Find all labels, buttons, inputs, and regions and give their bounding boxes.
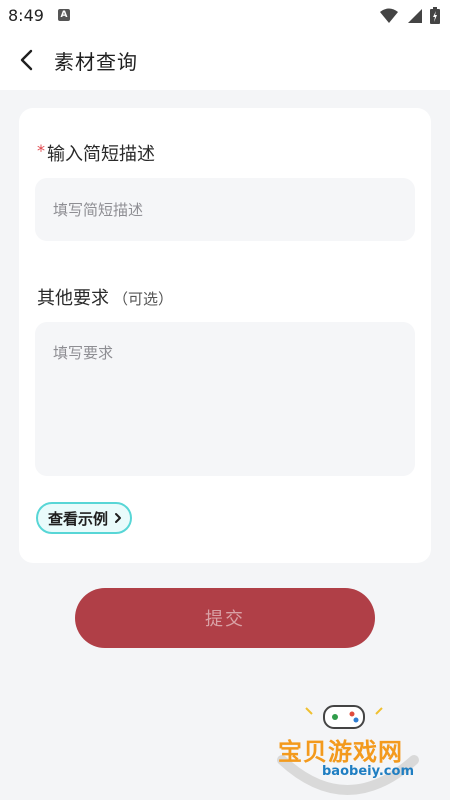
view-example-button[interactable]: 查看示例 (36, 502, 133, 534)
signal-icon (408, 8, 422, 23)
wifi-icon (380, 8, 398, 23)
status-icons (380, 7, 440, 24)
view-example-label: 查看示例 (48, 509, 109, 528)
back-button[interactable] (14, 46, 42, 74)
back-arrow-icon (20, 49, 33, 71)
chevron-right-icon (115, 513, 122, 523)
page-title: 素材查询 (54, 50, 138, 74)
description-label-row: * 输入简短描述 (37, 140, 155, 166)
status-time: 8:49 (8, 6, 44, 25)
app-bar: 素材查询 (0, 32, 450, 90)
other-label-row: 其他要求 （可选） (37, 284, 173, 310)
submit-label: 提交 (205, 609, 245, 629)
watermark-url: baobeiy.com (322, 764, 414, 779)
notification-app-icon: A (58, 9, 70, 21)
optional-note: （可选） (113, 290, 174, 308)
status-bar: 8:49 A (0, 0, 450, 32)
other-requirements-label: 其他要求 (37, 288, 109, 309)
form-card: *输入简短描述 其他要求（可选） 查看示例 (19, 108, 431, 563)
submit-button[interactable]: 提交 (75, 588, 375, 648)
watermark-logo: 宝贝游戏网 baobeiy.com (272, 700, 422, 795)
watermark-text: 宝贝游戏网 (278, 738, 403, 766)
required-mark: * (37, 141, 45, 160)
description-label: 输入简短描述 (47, 144, 155, 165)
battery-icon (430, 7, 440, 24)
description-input[interactable] (35, 178, 415, 241)
requirements-textarea[interactable] (35, 322, 415, 476)
